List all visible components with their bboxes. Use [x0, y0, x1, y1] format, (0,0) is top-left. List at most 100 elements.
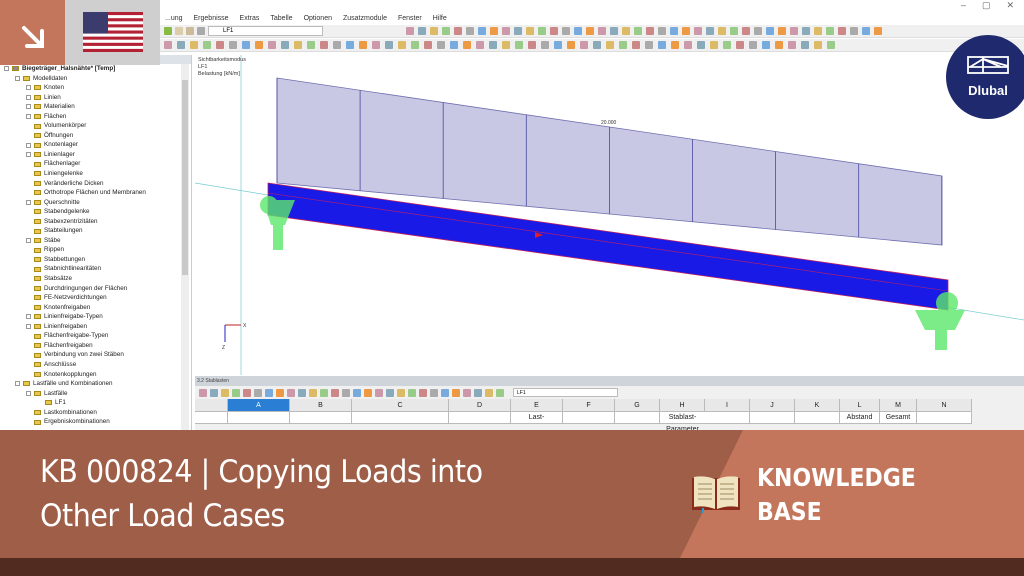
column-header[interactable]: F — [563, 399, 615, 412]
column-header[interactable]: C — [352, 399, 449, 412]
table-tool-icon[interactable] — [199, 388, 207, 397]
expand-icon[interactable] — [15, 75, 20, 81]
tree-item[interactable]: Stabsätze — [0, 274, 191, 284]
tool-icon[interactable] — [242, 41, 250, 49]
tool-icon[interactable] — [619, 41, 627, 49]
tree-item[interactable]: Flächenfreigabe-Typen — [0, 331, 191, 341]
tree-item[interactable]: Öffnungen — [0, 131, 191, 141]
expand-icon[interactable] — [26, 142, 31, 148]
tool-icon[interactable] — [718, 27, 726, 35]
table-tool-icon[interactable] — [496, 388, 504, 397]
tool-icon[interactable] — [186, 27, 194, 35]
tree-item[interactable]: Rippen — [0, 245, 191, 255]
tool-icon[interactable] — [515, 41, 523, 49]
table-tool-icon[interactable] — [463, 388, 471, 397]
tool-icon[interactable] — [442, 27, 450, 35]
expand-icon[interactable] — [26, 114, 31, 119]
tool-icon[interactable] — [622, 27, 630, 35]
table-tool-icon[interactable] — [276, 388, 284, 397]
minimize-button[interactable]: – — [961, 0, 966, 11]
expand-icon[interactable] — [26, 199, 31, 205]
tree-item[interactable]: Linienfreigaben — [0, 322, 191, 332]
tool-icon[interactable] — [346, 41, 354, 49]
tool-icon[interactable] — [827, 41, 835, 49]
tool-icon[interactable] — [632, 41, 640, 49]
tree-item[interactable]: Lastkombinationen — [0, 408, 191, 418]
tool-icon[interactable] — [372, 41, 380, 49]
tool-icon[interactable] — [762, 41, 770, 49]
tree-item[interactable]: Flächenlager — [0, 159, 191, 169]
tree-item[interactable]: Flächenfreigaben — [0, 341, 191, 351]
tool-icon[interactable] — [790, 27, 798, 35]
tool-icon[interactable] — [580, 41, 588, 49]
tool-icon[interactable] — [437, 41, 445, 49]
tool-icon[interactable] — [814, 27, 822, 35]
tree-item[interactable]: Ergebniskombinationen — [0, 417, 191, 427]
column-header[interactable]: G — [615, 399, 660, 412]
tool-icon[interactable] — [645, 41, 653, 49]
tool-icon[interactable] — [826, 27, 834, 35]
tree-item[interactable]: Durchdringungen der Flächen — [0, 284, 191, 294]
tree-item[interactable]: Stabnichtlinearitäten — [0, 264, 191, 274]
tool-icon[interactable] — [164, 27, 172, 35]
tree-item[interactable]: Flächen — [0, 112, 191, 122]
column-header[interactable]: L — [840, 399, 880, 412]
tree-item[interactable]: Knoten — [0, 83, 191, 93]
expand-icon[interactable] — [26, 238, 31, 244]
tool-icon[interactable] — [801, 41, 809, 49]
table-tool-icon[interactable] — [243, 388, 251, 397]
column-header[interactable] — [195, 399, 228, 412]
table-tool-icon[interactable] — [221, 388, 229, 397]
tool-icon[interactable] — [418, 27, 426, 35]
tree-item[interactable]: Liniengelenke — [0, 169, 191, 179]
tool-icon[interactable] — [723, 41, 731, 49]
column-header[interactable]: I — [705, 399, 750, 412]
loadcase-select[interactable]: LF1 — [208, 26, 323, 36]
tree-item[interactable]: Anschlüsse — [0, 360, 191, 370]
column-header[interactable]: M — [880, 399, 917, 412]
tree-item[interactable]: Verbindung von zwei Stäben — [0, 350, 191, 360]
table-tool-icon[interactable] — [298, 388, 306, 397]
tool-icon[interactable] — [190, 41, 198, 49]
tool-icon[interactable] — [838, 27, 846, 35]
tool-icon[interactable] — [775, 41, 783, 49]
tool-icon[interactable] — [478, 27, 486, 35]
tree-item[interactable]: Knotenkopplungen — [0, 370, 191, 380]
tool-icon[interactable] — [203, 41, 211, 49]
tool-icon[interactable] — [255, 41, 263, 49]
tool-icon[interactable] — [742, 27, 750, 35]
table-tool-icon[interactable] — [452, 388, 460, 397]
tree-item[interactable]: FE-Netzverdichtungen — [0, 293, 191, 303]
tool-icon[interactable] — [385, 41, 393, 49]
tool-icon[interactable] — [411, 41, 419, 49]
tree-item[interactable]: Veränderliche Dicken — [0, 179, 191, 189]
tool-icon[interactable] — [766, 27, 774, 35]
tool-icon[interactable] — [466, 27, 474, 35]
tool-icon[interactable] — [281, 41, 289, 49]
tool-icon[interactable] — [216, 41, 224, 49]
tool-icon[interactable] — [489, 41, 497, 49]
column-header[interactable]: D — [449, 399, 511, 412]
tool-icon[interactable] — [164, 41, 172, 49]
table-tool-icon[interactable] — [353, 388, 361, 397]
expand-icon[interactable] — [26, 85, 31, 91]
tool-icon[interactable] — [658, 27, 666, 35]
table-tool-icon[interactable] — [419, 388, 427, 397]
tool-icon[interactable] — [730, 27, 738, 35]
tree-item[interactable]: Stabteilungen — [0, 226, 191, 236]
tree-item[interactable]: Linienfreigabe-Typen — [0, 312, 191, 322]
support-left[interactable] — [260, 196, 295, 250]
tool-icon[interactable] — [175, 27, 183, 35]
table-tool-icon[interactable] — [331, 388, 339, 397]
tool-icon[interactable] — [554, 41, 562, 49]
tree-item[interactable]: Volumenkörper — [0, 121, 191, 131]
tool-icon[interactable] — [736, 41, 744, 49]
tool-icon[interactable] — [229, 41, 237, 49]
3d-viewport[interactable]: 20.000 X Z Sichtbarkeitsmodus LF1 Belast… — [195, 55, 1024, 375]
tool-icon[interactable] — [514, 27, 522, 35]
tree-root[interactable]: Biegeträger_Halsnähte* [Temp] — [0, 64, 191, 74]
table-tool-icon[interactable] — [342, 388, 350, 397]
table-tool-icon[interactable] — [309, 388, 317, 397]
column-header[interactable]: A — [228, 399, 290, 412]
table-tool-icon[interactable] — [375, 388, 383, 397]
